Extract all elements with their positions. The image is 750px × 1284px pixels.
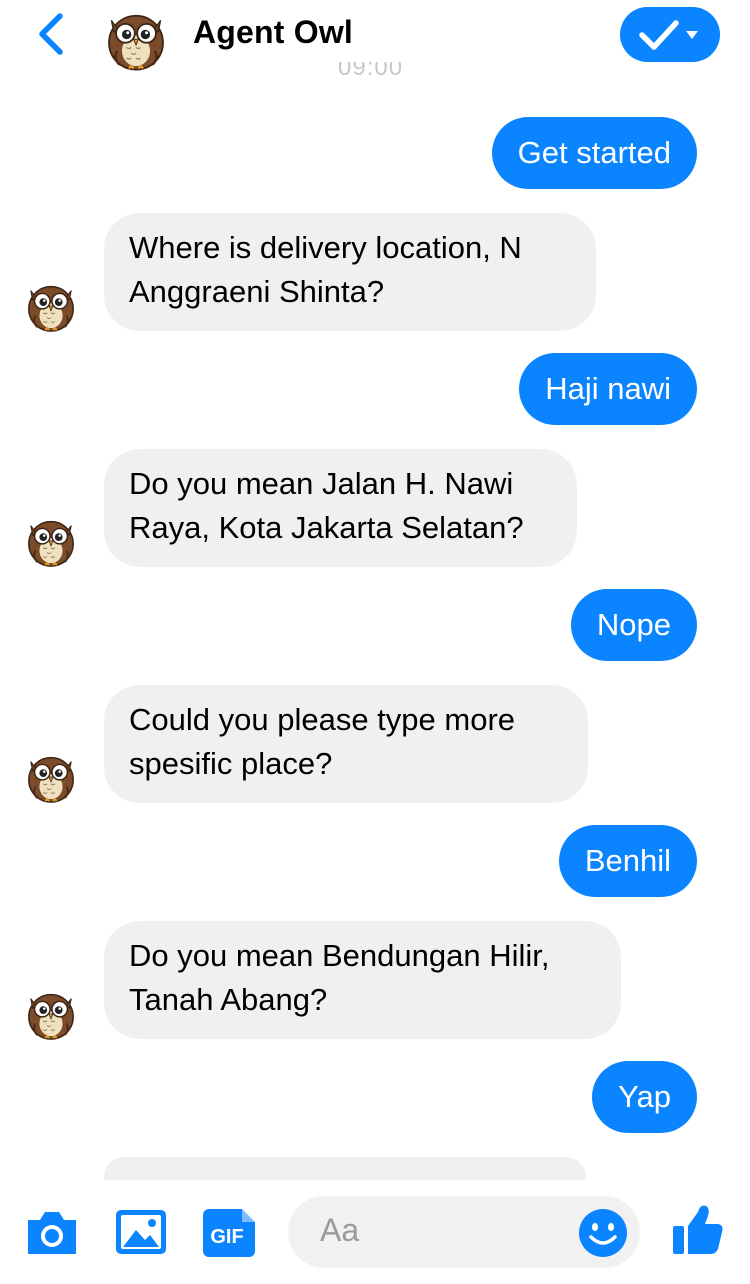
page-title[interactable]: Agent Owl	[193, 14, 353, 51]
message-line: Raya, Kota Jakarta Selatan?	[129, 510, 524, 545]
message-input[interactable]: Aa	[288, 1196, 640, 1268]
message-composer: GIF Aa	[0, 1180, 750, 1284]
back-button[interactable]	[30, 10, 74, 58]
outgoing-message[interactable]: Haji nawi	[519, 353, 697, 425]
message-line: Do you mean Bendungan Hilir,	[129, 938, 550, 973]
incoming-message[interactable]: Do you mean Bendungan Hilir, Tanah Abang…	[104, 921, 621, 1039]
emoji-icon[interactable]	[578, 1208, 628, 1258]
message-line: Anggraeni Shinta?	[129, 274, 385, 309]
outgoing-message[interactable]: Get started	[491, 117, 697, 189]
gif-label: GIF	[210, 1226, 243, 1248]
gif-icon[interactable]: GIF	[202, 1208, 256, 1258]
outgoing-message[interactable]: Nope	[570, 589, 697, 661]
chevron-left-icon	[39, 13, 63, 55]
incoming-message[interactable]: Where is delivery location, N Anggraeni …	[104, 213, 596, 331]
checkmark-dropdown-icon	[639, 20, 698, 50]
input-placeholder: Aa	[320, 1212, 360, 1248]
owl-avatar-icon	[22, 985, 80, 1041]
message-line: Could you please type more	[129, 702, 516, 737]
camera-icon[interactable]	[24, 1206, 80, 1258]
photo-icon[interactable]	[114, 1208, 168, 1258]
message-line: Tanah Abang?	[129, 982, 328, 1017]
incoming-message[interactable]: Do you mean Jalan H. Nawi Raya, Kota Jak…	[104, 449, 577, 567]
owl-avatar-icon	[22, 277, 80, 333]
owl-avatar-icon[interactable]	[100, 4, 172, 72]
message-line: Do you mean Jalan H. Nawi	[129, 466, 514, 501]
message-line: spesific place?	[129, 746, 333, 781]
outgoing-message[interactable]: Benhil	[558, 825, 697, 897]
checkmark-dropdown-button[interactable]	[620, 7, 720, 62]
owl-avatar-icon	[22, 512, 80, 568]
conversation-header: Agent Owl 09:00	[0, 0, 750, 82]
timestamp: 09:00	[338, 62, 404, 80]
incoming-message[interactable]: Could you please type more spesific plac…	[104, 685, 588, 803]
thumbs-up-icon[interactable]	[670, 1202, 726, 1258]
outgoing-message[interactable]: Yap	[592, 1061, 697, 1133]
message-line: Where is delivery location, N	[129, 230, 522, 265]
owl-avatar-icon	[22, 748, 80, 804]
